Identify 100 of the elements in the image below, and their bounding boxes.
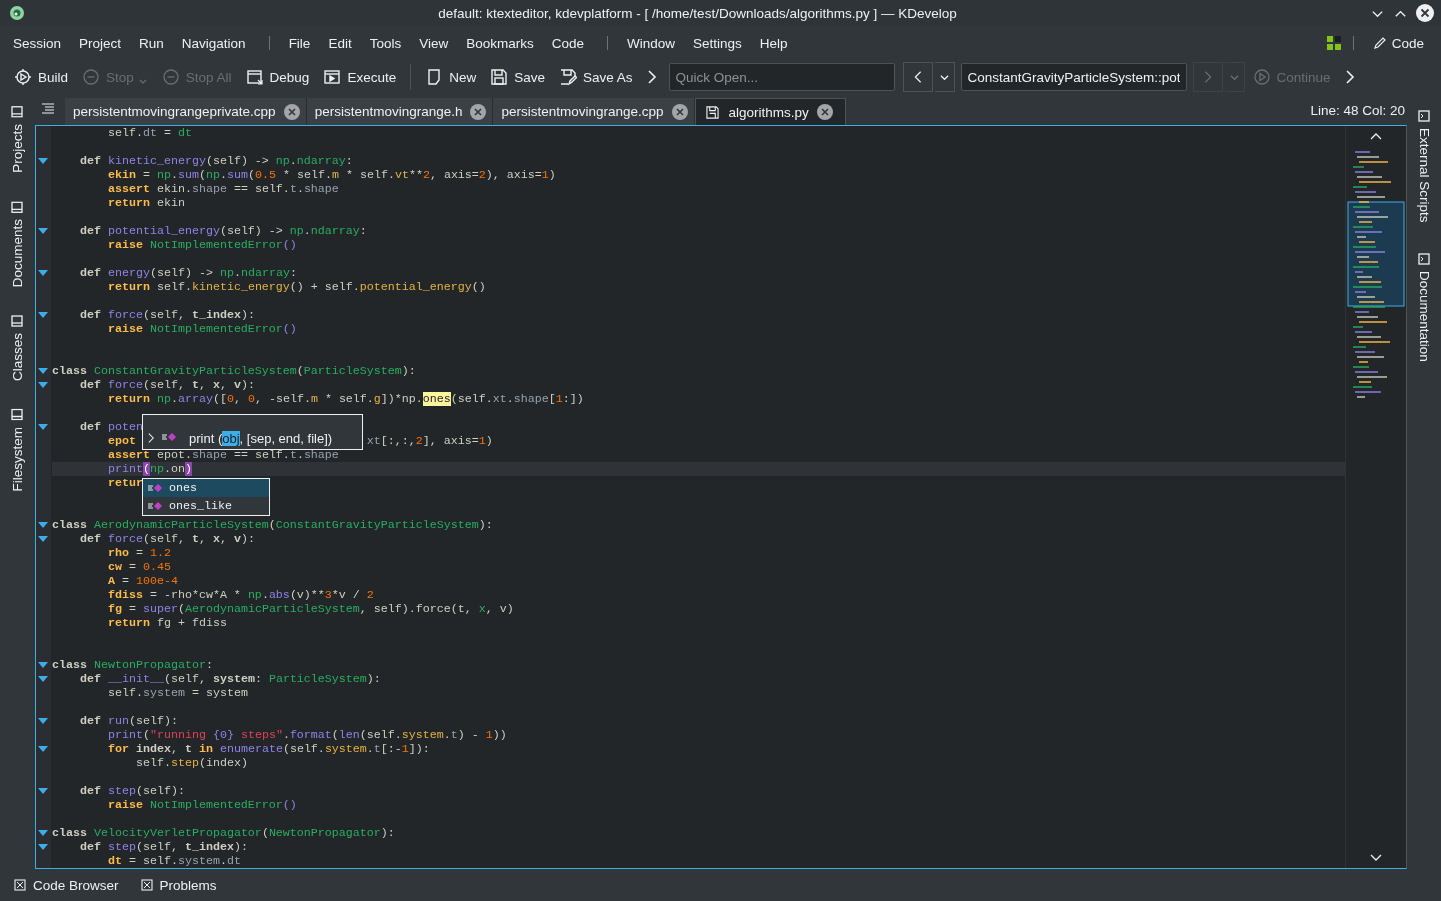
saveas-button[interactable]: Save As <box>552 64 639 90</box>
close-icon[interactable] <box>470 103 487 120</box>
menu-item[interactable]: Navigation <box>174 31 253 55</box>
fold-marker-icon[interactable] <box>38 227 48 235</box>
panel-icon <box>11 106 24 118</box>
menu-item[interactable]: Project <box>72 31 129 55</box>
function-icon <box>161 432 177 442</box>
dock-tab[interactable]: Classes <box>10 315 25 382</box>
window-title: default: ktexteditor, kdevplatform - [ /home/test/Downloads/algorithms.py ] — KDevelop <box>437 5 958 21</box>
menu-item[interactable]: Code <box>544 31 591 55</box>
debug-button[interactable]: Debug <box>239 64 316 90</box>
code-line: return ekin <box>106 196 185 210</box>
code-line: assert ekin.shape == self.t.shape <box>106 182 339 196</box>
menu-item[interactable]: Tools <box>362 31 409 55</box>
fold-marker-icon[interactable] <box>38 535 48 543</box>
close-icon[interactable] <box>283 103 300 120</box>
fold-marker-icon[interactable] <box>38 381 48 389</box>
signature-text: print (obj, [sep, end, file]) <box>189 431 333 446</box>
back-button[interactable] <box>902 62 933 92</box>
code-line: return self.kinetic_energy() + self.potential_energy() <box>106 280 486 294</box>
menu-item[interactable]: File <box>281 31 318 55</box>
menu-item[interactable]: Help <box>752 31 795 55</box>
dock-tab[interactable]: Filesystem <box>10 409 25 492</box>
history-dropdown-button[interactable] <box>934 62 955 92</box>
fold-marker-icon[interactable] <box>38 311 48 319</box>
code-line: cw = 0.45 <box>106 560 171 574</box>
code-line: xt[:,:,2], axis=1) <box>366 434 493 448</box>
caret-icon <box>938 72 950 82</box>
menu-item[interactable]: View <box>412 31 456 55</box>
fold-marker-icon[interactable] <box>38 829 48 837</box>
scroll-down-icon[interactable] <box>1370 854 1382 862</box>
close-icon[interactable] <box>671 103 688 120</box>
dock-tab[interactable]: Projects <box>10 106 25 173</box>
fold-marker-icon[interactable] <box>38 717 48 725</box>
code-line: def force(self, t, x, v): <box>78 532 255 546</box>
layout-squares-icon[interactable] <box>1326 36 1341 50</box>
code-line: def step(self): <box>78 784 185 798</box>
minus-circle-icon <box>82 68 101 86</box>
play-gear-icon <box>14 68 32 86</box>
play-circle-icon <box>1252 68 1271 86</box>
fold-marker-icon[interactable] <box>38 661 48 669</box>
code-line: def __init__(self, system: ParticleSystem): <box>78 672 381 686</box>
pencil-icon <box>1372 36 1387 50</box>
terminal-icon <box>1418 252 1430 265</box>
tool-view-button[interactable]: Problems <box>140 877 217 893</box>
close-icon[interactable] <box>816 104 833 120</box>
code-line: assert epot.shape == self.t.shape <box>106 448 339 462</box>
dock-tab[interactable]: Documentation <box>1416 252 1432 362</box>
code-line: dt = self.system.dt <box>106 854 241 868</box>
scroll-up-icon[interactable] <box>1370 132 1382 140</box>
menu-item[interactable]: Bookmarks <box>459 31 541 55</box>
box-x-icon <box>140 879 153 891</box>
fold-marker-icon[interactable] <box>38 521 48 529</box>
save-button[interactable]: Save <box>484 64 551 90</box>
code-area-button[interactable]: Code <box>1365 31 1431 55</box>
file-tab[interactable]: persistentmovingrange.h <box>306 98 494 125</box>
code-line: raise NotImplementedError() <box>106 322 297 336</box>
panel-icon <box>11 409 24 422</box>
function-icon <box>147 483 163 493</box>
fold-marker-icon[interactable] <box>38 843 48 851</box>
fold-marker-icon[interactable] <box>38 423 48 431</box>
menu-item[interactable]: Session <box>6 31 69 55</box>
menu-item[interactable]: Run <box>132 31 171 55</box>
dock-tab[interactable]: Documents <box>10 200 25 288</box>
fold-marker-icon[interactable] <box>38 157 48 165</box>
code-line: def force(self, t_index): <box>78 308 255 322</box>
fold-marker-icon[interactable] <box>38 269 48 277</box>
document-list-icon[interactable] <box>41 103 55 115</box>
cursor-position: Line: 48 Col: 20 <box>1310 103 1405 118</box>
window-play-icon <box>323 68 342 86</box>
quick-open-field[interactable]: Quick Open... <box>668 63 895 91</box>
new-button[interactable]: New <box>419 64 483 90</box>
floppy-icon <box>705 105 719 119</box>
close-button[interactable] <box>1416 4 1434 22</box>
code-line: def step(self, t_index): <box>78 840 248 854</box>
build-button[interactable]: Build <box>8 64 75 90</box>
completion-item[interactable]: ones <box>143 479 269 497</box>
fold-marker-icon[interactable] <box>38 787 48 795</box>
chevron-icon[interactable] <box>148 432 155 444</box>
menu-item[interactable]: Edit <box>321 31 359 55</box>
code-line: class ConstantGravityParticleSystem(ParticleSystem): <box>52 364 416 378</box>
dock-tab[interactable]: External Scripts <box>1416 110 1432 223</box>
file-tab[interactable]: algorithms.py <box>694 98 846 125</box>
code-line: print(np.on) <box>106 462 192 476</box>
tool-view-button[interactable]: Code Browser <box>14 877 119 893</box>
fold-marker-icon[interactable] <box>38 675 48 683</box>
menu-item[interactable]: Window <box>620 31 683 55</box>
chevron-right-icon <box>1202 70 1213 84</box>
file-tab[interactable]: persistentmovingrangeprivate.cpp <box>65 98 307 125</box>
menu-item[interactable]: Settings <box>686 31 749 55</box>
execute-button[interactable]: Execute <box>317 64 403 90</box>
code-line: def energy(self) -> np.ndarray: <box>78 266 297 280</box>
fold-marker-icon[interactable] <box>38 745 48 753</box>
code-line: def potential_energy(self) -> np.ndarray: <box>78 224 367 238</box>
code-line: epot <box>106 434 136 448</box>
file-tab[interactable]: persistentmovingrange.cpp <box>493 98 695 125</box>
code-line: self.system = system <box>106 686 248 700</box>
completion-item[interactable]: ones_like <box>143 497 269 515</box>
fold-marker-icon[interactable] <box>38 367 48 375</box>
code-line: print("running {0} steps".format(len(self.system.t) - 1)) <box>106 728 507 742</box>
